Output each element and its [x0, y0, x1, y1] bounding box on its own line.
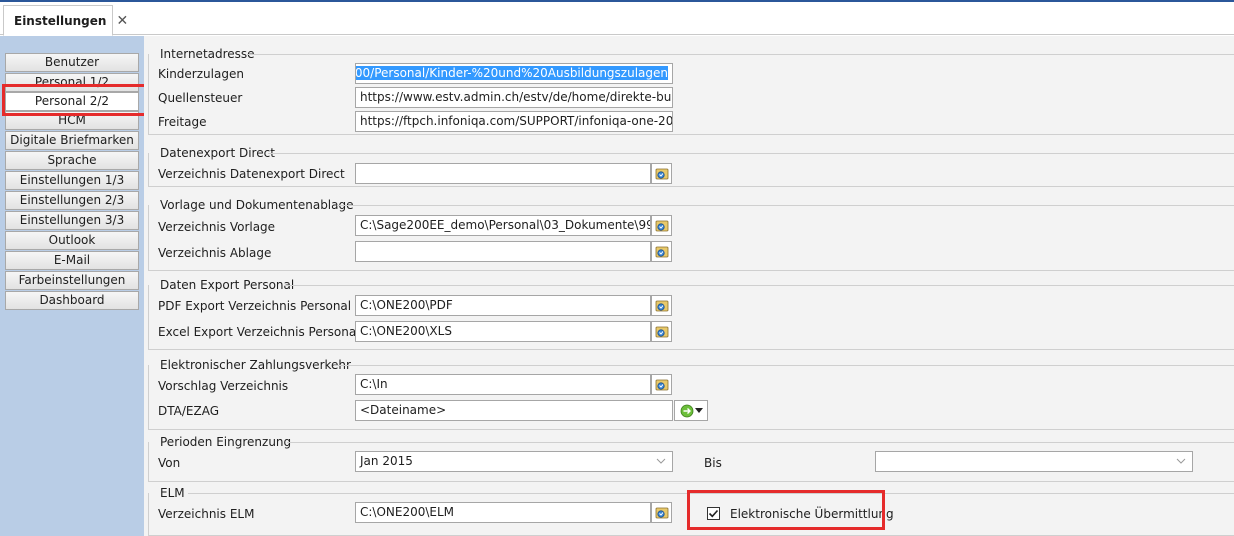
nav-einstellungen-2-3[interactable]: Einstellungen 2/3: [5, 191, 139, 210]
freitage-input[interactable]: https://ftpch.infoniqa.com/SUPPORT/infon…: [355, 111, 673, 132]
quellensteuer-input[interactable]: https://www.estv.admin.ch/estv/de/home/d…: [355, 87, 673, 108]
label-verzeichnis-datenexport: Verzeichnis Datenexport Direct: [158, 167, 345, 181]
vorschlag-input[interactable]: C:\In: [355, 374, 651, 395]
browse-folder-button[interactable]: [651, 321, 672, 342]
dta-action-dropdown[interactable]: [674, 400, 708, 421]
nav-personal-2-2[interactable]: Personal 2/2: [5, 92, 139, 111]
browse-folder-button[interactable]: [651, 502, 672, 523]
folder-browse-icon: [655, 326, 668, 337]
browse-folder-button[interactable]: [651, 295, 672, 316]
nav-farbeinstellungen[interactable]: Farbeinstellungen: [5, 271, 139, 290]
chevron-down-icon: [656, 458, 666, 464]
label-freitage: Freitage: [158, 115, 207, 129]
von-value: Jan 2015: [360, 454, 413, 468]
settings-sidebar: Benutzer Personal 1/2 Personal 2/2 HCM D…: [0, 36, 144, 536]
nav-dashboard[interactable]: Dashboard: [5, 291, 139, 310]
folder-browse-icon: [655, 300, 668, 311]
nav-benutzer[interactable]: Benutzer: [5, 53, 139, 72]
elm-input[interactable]: C:\ONE200\ELM: [355, 502, 651, 523]
vorlage-input[interactable]: C:\Sage200EE_demo\Personal\03_Dokumente\…: [355, 215, 651, 236]
folder-browse-icon: [655, 220, 668, 231]
dta-ezag-input[interactable]: <Dateiname>: [355, 400, 673, 421]
folder-browse-icon: [655, 507, 668, 518]
label-von: Von: [158, 456, 181, 470]
settings-content: Internetadresse Kinderzulagen one-200/Pe…: [144, 36, 1234, 536]
label-elektronische-uebermittlung[interactable]: Elektronische Übermittlung: [730, 507, 894, 521]
nav-einstellungen-3-3[interactable]: Einstellungen 3/3: [5, 211, 139, 230]
label-quellensteuer: Quellensteuer: [158, 91, 243, 105]
label-pdf-export: PDF Export Verzeichnis Personal: [158, 299, 352, 313]
group-elm: [148, 493, 1234, 536]
document-tab-bar: Einstellungen ✕: [0, 2, 1234, 36]
label-excel-export: Excel Export Verzeichnis Personal: [158, 325, 360, 339]
kinderzulagen-input[interactable]: one-200/Personal/Kinder-%20und%20Ausbild…: [355, 63, 673, 84]
excel-export-input[interactable]: C:\ONE200\XLS: [355, 321, 651, 342]
group-vorlage: [148, 205, 1234, 271]
tab-label: Einstellungen: [14, 13, 107, 28]
nav-outlook[interactable]: Outlook: [5, 231, 139, 250]
nav-digitale-briefmarken[interactable]: Digitale Briefmarken: [5, 131, 139, 150]
nav-sprache[interactable]: Sprache: [5, 151, 139, 170]
browse-folder-button[interactable]: [651, 241, 672, 262]
label-verzeichnis-ablage: Verzeichnis Ablage: [158, 246, 272, 260]
label-verzeichnis-vorlage: Verzeichnis Vorlage: [158, 220, 276, 234]
nav-einstellungen-1-3[interactable]: Einstellungen 1/3: [5, 171, 139, 190]
datenexport-input[interactable]: [355, 163, 651, 184]
label-vorschlag-verzeichnis: Vorschlag Verzeichnis: [158, 379, 289, 393]
von-combo[interactable]: Jan 2015: [355, 451, 673, 472]
tab-einstellungen[interactable]: Einstellungen ✕: [3, 5, 128, 36]
browse-folder-button[interactable]: [651, 215, 672, 236]
browse-folder-button[interactable]: [651, 374, 672, 395]
pdf-export-input[interactable]: C:\ONE200\PDF: [355, 295, 651, 316]
folder-browse-icon: [655, 379, 668, 390]
ablage-input[interactable]: [355, 241, 651, 262]
bis-combo[interactable]: [875, 451, 1193, 472]
label-bis: Bis: [704, 456, 722, 470]
browse-folder-button[interactable]: [651, 163, 672, 184]
group-internetadresse: [148, 54, 1234, 135]
nav-hcm[interactable]: HCM: [5, 111, 139, 130]
dropdown-arrow-icon: [695, 407, 703, 413]
checkmark-icon: [708, 509, 719, 518]
close-icon[interactable]: ✕: [116, 14, 128, 28]
folder-browse-icon: [655, 168, 668, 179]
elektronische-uebermittlung-checkbox[interactable]: [707, 507, 720, 520]
nav-personal-1-2[interactable]: Personal 1/2: [5, 73, 139, 92]
chevron-down-icon: [1176, 458, 1186, 464]
label-dta-ezag: DTA/EZAG: [158, 404, 219, 418]
kinderzulagen-value: one-200/Personal/Kinder-%20und%20Ausbild…: [356, 66, 668, 80]
label-kinderzulagen: Kinderzulagen: [158, 67, 244, 81]
folder-browse-icon: [655, 246, 668, 257]
nav-e-mail[interactable]: E-Mail: [5, 251, 139, 270]
group-export-personal: [148, 285, 1234, 350]
label-verzeichnis-elm: Verzeichnis ELM: [158, 507, 255, 521]
green-arrow-icon: [680, 404, 694, 417]
